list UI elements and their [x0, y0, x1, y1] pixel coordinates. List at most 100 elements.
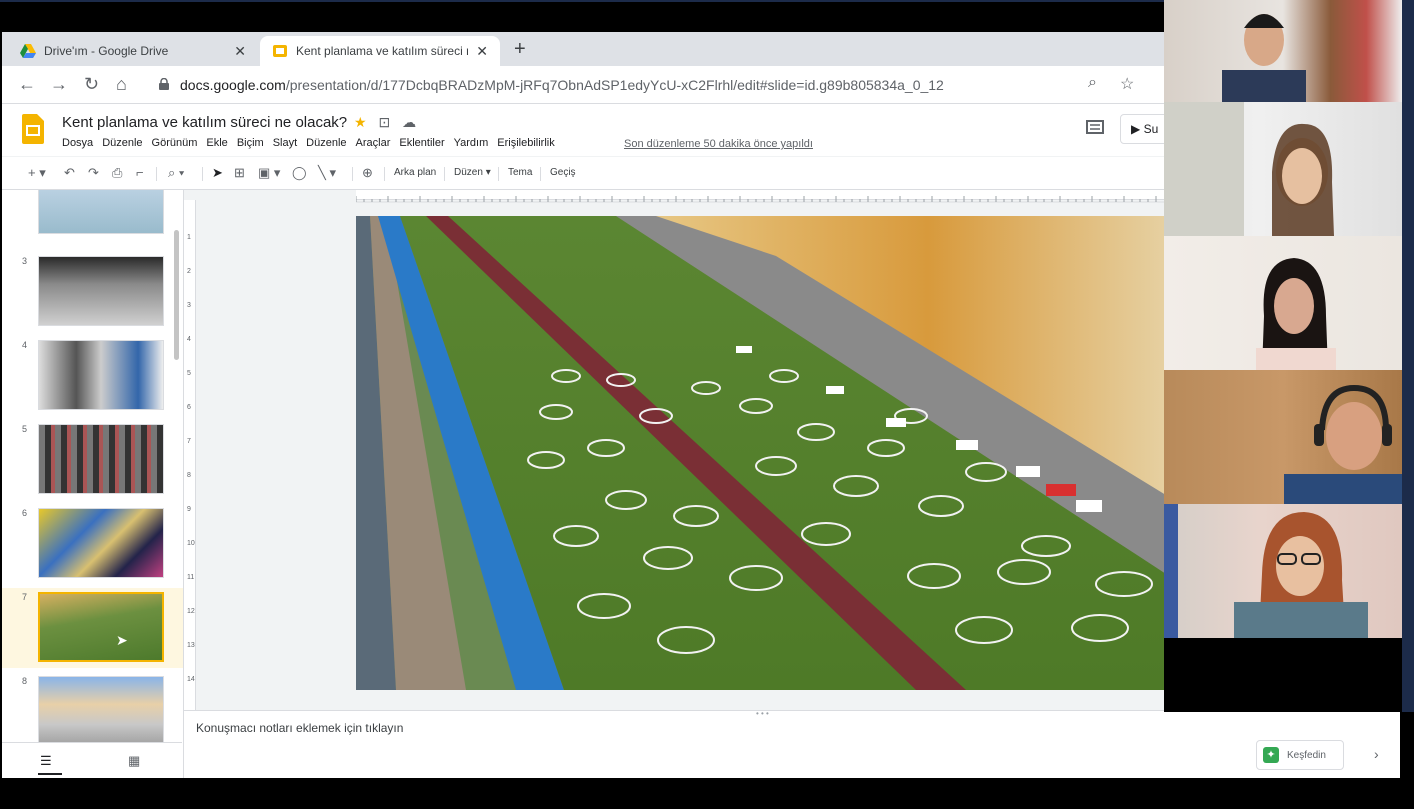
present-label: Su	[1143, 122, 1159, 136]
slide-number: 7	[22, 592, 28, 602]
move-folder-icon[interactable]: ⊡	[378, 114, 390, 130]
slide-thumbnail[interactable]: 5	[2, 420, 183, 500]
participant-avatar	[1222, 14, 1306, 102]
line-icon[interactable]: ╲ ▾	[318, 165, 336, 181]
back-icon[interactable]: ←	[18, 74, 36, 95]
reload-icon[interactable]: ↻	[84, 74, 99, 95]
slide-thumbnail[interactable]: 4	[2, 336, 183, 416]
menu-view[interactable]: Görünüm	[152, 137, 198, 149]
home-icon[interactable]: ⌂	[116, 74, 127, 95]
tab-label: Drive'ım - Google Drive	[44, 44, 169, 58]
slide-editor: 1 2 3 4 5 6 7 8 9 10 11 12 13 14	[184, 190, 1164, 710]
slide-thumbnail-selected[interactable]: 7 ➤	[2, 588, 183, 668]
paint-format-icon[interactable]: ⌐	[136, 165, 144, 180]
last-edit-link[interactable]: Son düzenleme 50 dakika önce yapıldı	[624, 138, 813, 150]
vertical-ruler[interactable]: 1 2 3 4 5 6 7 8 9 10 11 12 13 14	[184, 200, 196, 710]
notes-resize-handle[interactable]: • • •	[756, 709, 769, 718]
url-domain: docs.google.com	[180, 77, 286, 93]
print-icon[interactable]: ⎙	[112, 165, 122, 181]
redo-icon[interactable]: ↷	[88, 165, 99, 181]
address-bar-row: ← → ↻ ⌂ docs.google.com/presentation/d/1…	[2, 66, 1164, 104]
present-icon: ▶	[1131, 122, 1141, 136]
participant-avatar	[1164, 504, 1368, 638]
horizontal-ruler[interactable]	[355, 190, 1164, 203]
menu-edit[interactable]: Düzenle	[102, 137, 142, 149]
participant-video-4[interactable]	[1164, 370, 1402, 504]
comment-add-icon[interactable]: ⊕	[362, 165, 373, 181]
participant-video-3[interactable]	[1164, 236, 1402, 370]
slide-thumbnail-2[interactable]	[2, 190, 183, 240]
menu-accessibility[interactable]: Erişilebilirlik	[497, 137, 554, 149]
slide-filmstrip: 3 4 5 6 7 ➤ 8 ☰ ▦	[2, 190, 184, 778]
speaker-notes-placeholder: Konuşmacı notları eklemek için tıklayın	[196, 721, 404, 735]
theme-button[interactable]: Tema	[508, 167, 532, 178]
top-border	[0, 0, 1164, 2]
menu-help[interactable]: Yardım	[454, 137, 489, 149]
ruler-tick-label: 9	[187, 506, 191, 513]
slide-number: 8	[22, 676, 28, 686]
background-button[interactable]: Arka plan	[394, 167, 436, 178]
select-cursor-icon[interactable]: ➤	[212, 165, 223, 181]
slides-logo-icon[interactable]	[22, 114, 44, 144]
bookmark-star-icon[interactable]: ☆	[1120, 74, 1134, 94]
participant-avatar	[1284, 384, 1402, 504]
toolbar-divider	[444, 167, 445, 181]
menu-insert[interactable]: Ekle	[206, 137, 227, 149]
explore-button[interactable]: ✦ Keşfedin	[1256, 740, 1344, 770]
menu-slide[interactable]: Slayt	[273, 137, 297, 149]
menu-format[interactable]: Biçim	[237, 137, 264, 149]
new-slide-icon[interactable]: + ▾	[28, 165, 46, 181]
participant-video-2[interactable]	[1164, 102, 1402, 236]
slide-canvas[interactable]	[356, 216, 1164, 690]
slide-number: 5	[22, 424, 28, 434]
video-call-panel	[1164, 0, 1402, 638]
lock-icon[interactable]	[158, 78, 170, 90]
url-input[interactable]: docs.google.com/presentation/d/177DcbqBR…	[180, 77, 944, 93]
tab-google-drive[interactable]: Drive'ım - Google Drive ✕	[8, 36, 258, 66]
star-icon[interactable]: ★	[354, 114, 367, 130]
new-tab-icon[interactable]: +	[514, 38, 526, 61]
cloud-status-icon[interactable]: ☁	[402, 114, 416, 130]
filmstrip-scrollbar[interactable]	[174, 230, 179, 360]
undo-icon[interactable]: ↶	[64, 165, 75, 181]
toolbar-divider	[156, 167, 157, 181]
thumbnail-image	[38, 676, 164, 746]
transition-button[interactable]: Geçiş	[550, 167, 576, 178]
grid-view-icon[interactable]: ▦	[128, 753, 140, 769]
close-tab-icon[interactable]: ✕	[476, 43, 488, 60]
slide-thumbnail[interactable]: 3	[2, 252, 183, 332]
tab-slides[interactable]: Kent planlama ve katılım süreci n ✕	[260, 36, 500, 66]
view-toggle: ☰ ▦	[2, 742, 182, 778]
image-icon[interactable]: ▣ ▾	[258, 165, 280, 181]
menu-file[interactable]: Dosya	[62, 137, 93, 149]
text-box-icon[interactable]: ⊞	[234, 165, 245, 181]
participant-video-5[interactable]	[1164, 504, 1402, 638]
shape-icon[interactable]: ◯	[292, 165, 307, 181]
filmstrip-view-icon[interactable]: ☰	[40, 753, 52, 769]
close-tab-icon[interactable]: ✕	[234, 43, 246, 60]
menu-arrange[interactable]: Düzenle	[306, 137, 346, 149]
zoom-menu-icon[interactable]: ⌕ ▾	[168, 165, 184, 181]
slide-number: 4	[22, 340, 28, 350]
slides-header: Kent planlama ve katılım süreci ne olaca…	[2, 104, 1164, 156]
menu-bar: Dosya Düzenle Görünüm Ekle Biçim Slayt D…	[62, 137, 555, 149]
red-car	[1046, 484, 1076, 496]
slide-thumbnail[interactable]: 8	[2, 672, 183, 752]
speaker-notes[interactable]: • • • Konuşmacı notları eklemek için tık…	[184, 709, 1164, 778]
menu-tools[interactable]: Araçlar	[356, 137, 391, 149]
chevron-right-icon[interactable]: ›	[1374, 746, 1379, 762]
zoom-icon[interactable]: ⌕	[1088, 74, 1097, 92]
ruler-tick-label: 14	[187, 676, 195, 683]
document-title[interactable]: Kent planlama ve katılım süreci ne olaca…	[62, 114, 347, 131]
slide-thumbnail[interactable]: 6	[2, 504, 183, 584]
present-button[interactable]: ▶ Su	[1120, 114, 1164, 144]
comment-icon[interactable]	[1086, 120, 1104, 136]
forward-icon[interactable]: →	[50, 74, 68, 95]
layout-dropdown-icon: ▾	[485, 167, 491, 178]
ruler-tick-label: 12	[187, 608, 195, 615]
ruler-tick-label: 11	[187, 574, 195, 581]
toolbar-divider	[498, 167, 499, 181]
menu-addons[interactable]: Eklentiler	[399, 137, 444, 149]
layout-button[interactable]: Düzen ▾	[454, 167, 491, 178]
participant-video-1[interactable]	[1164, 0, 1402, 102]
